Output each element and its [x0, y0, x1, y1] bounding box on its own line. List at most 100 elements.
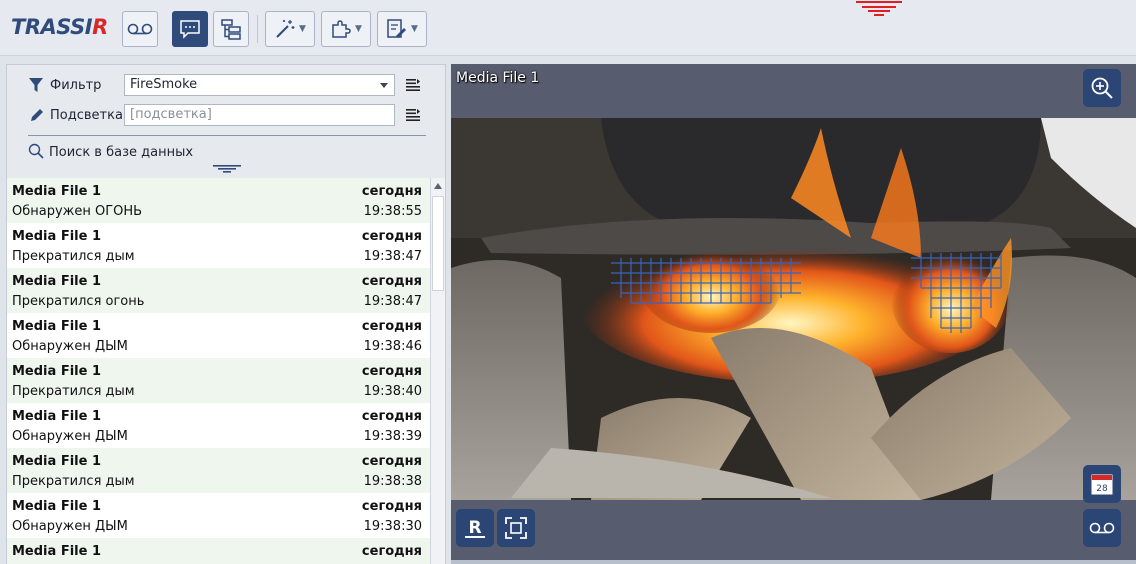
list-item[interactable]: Media File 1 сегодня Прекратился огонь 19:3…: [7, 268, 430, 313]
chevron-down-icon: [380, 83, 388, 88]
calendar-icon: 28: [1091, 474, 1113, 495]
list-options-icon[interactable]: [406, 109, 420, 121]
event-source: Media File 1: [12, 274, 101, 289]
event-source: Media File 1: [12, 319, 101, 334]
event-message: Прекратился дым: [12, 474, 135, 489]
event-time: 19:38:39: [363, 429, 422, 444]
bottom-strip: [451, 560, 1136, 564]
logo-accent: R: [92, 15, 108, 39]
event-source: Media File 1: [12, 454, 101, 469]
highlight-input[interactable]: [подсветка]: [124, 104, 395, 126]
scroll-thumb[interactable]: [432, 196, 444, 291]
filter-divider: [28, 135, 426, 136]
event-message: Прекратился огонь: [12, 294, 145, 309]
scroll-up-arrow-icon[interactable]: [434, 183, 442, 189]
zoom-in-icon: [1091, 77, 1113, 99]
fullscreen-button[interactable]: [497, 509, 535, 547]
tree-button[interactable]: [213, 11, 249, 47]
event-date: сегодня: [361, 274, 422, 289]
record-letter: R: [468, 518, 481, 538]
filter-select[interactable]: FireSmoke: [124, 74, 395, 96]
list-item[interactable]: Media File 1 сегодня Обнаружен ДЫМ 19:38:39: [7, 403, 430, 448]
chevron-down-icon: ▼: [411, 24, 418, 34]
event-time: 19:38:47: [363, 294, 422, 309]
highlight-label: Подсветка: [50, 108, 123, 123]
trassir-logo: TRASSIR: [11, 15, 108, 39]
event-message: Обнаружен ДЫМ: [12, 429, 128, 444]
event-message: Обнаружен ОГОНЬ: [12, 204, 143, 219]
event-source: Media File 1: [12, 184, 101, 199]
calendar-button[interactable]: 28: [1083, 465, 1121, 503]
tape-icon: [127, 23, 153, 35]
highlight-pen-icon: [31, 109, 43, 121]
event-source: Media File 1: [12, 409, 101, 424]
event-source: Media File 1: [12, 229, 101, 244]
toolbar-separator: [257, 15, 258, 43]
chat-icon: [180, 20, 200, 39]
logo-main: TRASSI: [11, 15, 93, 39]
event-source: Media File 1: [12, 499, 101, 514]
chevron-down-icon: ▼: [299, 24, 306, 34]
event-date: сегодня: [361, 364, 422, 379]
fire-scene-image: [451, 118, 1136, 500]
event-message: Прекратился дым: [12, 249, 135, 264]
camera-frame[interactable]: [451, 118, 1136, 500]
event-date: сегодня: [361, 409, 422, 424]
record-button[interactable]: R: [456, 509, 494, 547]
app-window: TRASSIR ▼ ▼ ▼ Фильтр FireSmoke Подсветка…: [0, 0, 1136, 564]
plugins-menu-button[interactable]: ▼: [321, 11, 371, 47]
event-list[interactable]: Media File 1 сегодня Обнаружен ОГОНЬ 19:38:…: [7, 178, 430, 564]
tree-icon: [221, 19, 241, 40]
list-item[interactable]: Media File 1 сегодня: [7, 538, 430, 564]
events-button[interactable]: [172, 11, 208, 47]
event-date: сегодня: [361, 499, 422, 514]
top-toolbar: TRASSIR ▼ ▼ ▼: [0, 0, 1136, 56]
archive-button[interactable]: [122, 11, 158, 47]
event-time: 19:38:46: [363, 339, 422, 354]
filter-icon: [29, 78, 43, 92]
event-source: Media File 1: [12, 364, 101, 379]
event-time: 19:38:30: [363, 519, 422, 534]
filter-label: Фильтр: [50, 78, 102, 93]
wand-menu-button[interactable]: ▼: [265, 11, 315, 47]
highlight-placeholder: [подсветка]: [130, 107, 212, 122]
database-search-link[interactable]: Поиск в базе данных: [28, 143, 193, 160]
event-source: Media File 1: [12, 544, 101, 559]
filter-select-value: FireSmoke: [130, 77, 198, 92]
database-search-label: Поиск в базе данных: [49, 145, 194, 160]
zoom-button[interactable]: [1083, 69, 1121, 107]
record-r-icon: R: [465, 518, 485, 538]
list-item[interactable]: Media File 1 сегодня Обнаружен ДЫМ 19:38:30: [7, 493, 430, 538]
tape-icon: [1089, 522, 1115, 534]
event-message: Обнаружен ДЫМ: [12, 519, 128, 534]
event-date: сегодня: [361, 184, 422, 199]
list-item[interactable]: Media File 1 сегодня Прекратился дым 19:38:…: [7, 358, 430, 403]
event-date: сегодня: [361, 229, 422, 244]
events-panel: Фильтр FireSmoke Подсветка [подсветка] П…: [6, 64, 446, 564]
fullscreen-icon: [505, 517, 527, 539]
event-time: 19:38:47: [363, 249, 422, 264]
event-list-scrollbar[interactable]: [430, 178, 445, 564]
video-panel[interactable]: Media File 1 28 R: [451, 64, 1136, 564]
list-options-icon[interactable]: [406, 79, 420, 91]
video-title: Media File 1: [456, 70, 540, 86]
event-message: Прекратился дым: [12, 384, 135, 399]
archive-playback-button[interactable]: [1083, 509, 1121, 547]
event-date: сегодня: [361, 544, 422, 559]
chevron-down-icon: ▼: [355, 24, 362, 34]
collapse-filters-icon[interactable]: [213, 165, 241, 173]
event-message: Обнаружен ДЫМ: [12, 339, 128, 354]
list-item[interactable]: Media File 1 сегодня Обнаружен ДЫМ 19:38:46: [7, 313, 430, 358]
list-item[interactable]: Media File 1 сегодня Прекратился дым 19:38:…: [7, 223, 430, 268]
puzzle-icon: [332, 20, 351, 38]
settings-icon: [387, 19, 407, 38]
search-icon: [28, 143, 44, 159]
event-date: сегодня: [361, 454, 422, 469]
list-item[interactable]: Media File 1 сегодня Прекратился дым 19:38:…: [7, 448, 430, 493]
list-item[interactable]: Media File 1 сегодня Обнаружен ОГОНЬ 19:38:…: [7, 178, 430, 223]
settings-menu-button[interactable]: ▼: [377, 11, 427, 47]
event-time: 19:38:40: [363, 384, 422, 399]
event-date: сегодня: [361, 319, 422, 334]
filter-section: Фильтр FireSmoke Подсветка [подсветка] П…: [7, 65, 445, 178]
alarm-indicator-icon[interactable]: [856, 0, 902, 18]
